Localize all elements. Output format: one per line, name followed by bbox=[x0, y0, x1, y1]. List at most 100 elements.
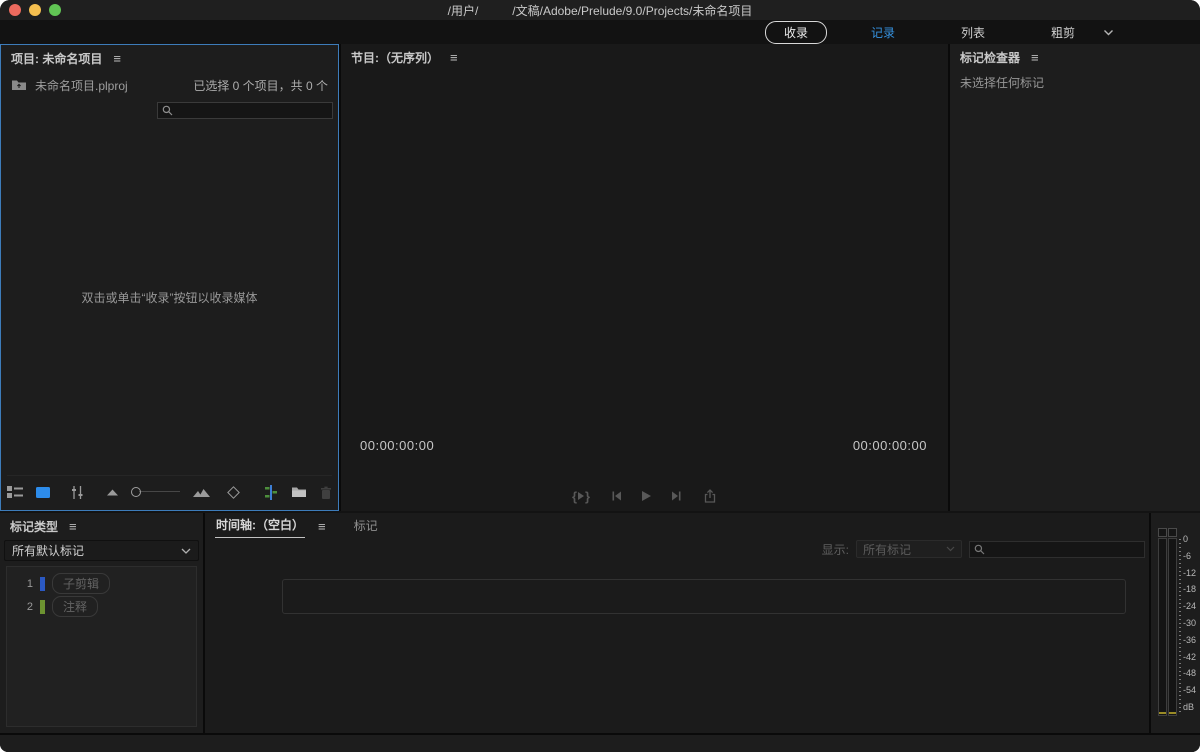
meter-bar-right bbox=[1168, 538, 1177, 716]
new-bin-button[interactable] bbox=[291, 486, 307, 498]
audio-meter bbox=[1158, 528, 1177, 716]
titlebar: /用户/ /文稿/Adobe/Prelude/9.0/Projects/未命名项… bbox=[0, 0, 1200, 20]
prelude-window: /用户/ /文稿/Adobe/Prelude/9.0/Projects/未命名项… bbox=[0, 0, 1200, 752]
marker-inspector-title: 标记检查器 bbox=[960, 49, 1020, 66]
workspace-overflow-button[interactable] bbox=[1103, 29, 1114, 36]
workspace-tab-roughcut-label: 粗剪 bbox=[1051, 26, 1075, 40]
workspace-tab-logging[interactable]: 记录 bbox=[869, 21, 897, 44]
associate-metadata-button[interactable] bbox=[264, 485, 278, 500]
thumb-size-large-button[interactable] bbox=[193, 487, 210, 498]
export-icon bbox=[703, 489, 717, 503]
chevron-down-icon bbox=[1103, 29, 1114, 36]
small-mountain-icon bbox=[107, 488, 118, 496]
freeform-view-button[interactable] bbox=[229, 488, 238, 497]
marker-type-index: 2 bbox=[7, 601, 33, 613]
slider-knob[interactable] bbox=[131, 487, 141, 497]
window-controls bbox=[9, 4, 61, 16]
project-search-row bbox=[1, 97, 338, 119]
timeline-panel: 时间轴:（空白） ≡ 标记 显示: 所有标记 bbox=[205, 513, 1149, 733]
delete-button[interactable] bbox=[320, 486, 332, 499]
minimize-window-button[interactable] bbox=[29, 4, 41, 16]
timeline-track-area bbox=[282, 579, 1126, 614]
step-forward-icon bbox=[671, 490, 683, 502]
play-button[interactable] bbox=[642, 491, 651, 501]
thumbnail-view-icon bbox=[36, 487, 50, 498]
list-view-button[interactable] bbox=[7, 486, 23, 498]
project-panel-header: 项目: 未命名项目 ≡ bbox=[1, 45, 338, 71]
play-icon bbox=[642, 491, 651, 501]
project-file-name: 未命名项目.plproj bbox=[35, 77, 128, 94]
panel-menu-icon[interactable]: ≡ bbox=[69, 520, 77, 533]
title-path-prefix: /用户/ bbox=[448, 2, 479, 19]
show-filter-label: 显示: bbox=[822, 541, 849, 558]
step-back-button[interactable] bbox=[610, 490, 622, 502]
panel-menu-icon[interactable]: ≡ bbox=[450, 51, 458, 64]
thumb-size-small-button[interactable] bbox=[107, 488, 118, 496]
marker-type-label[interactable]: 子剪辑 bbox=[52, 573, 110, 594]
timecode-current[interactable]: 00:00:00:00 bbox=[360, 438, 434, 453]
clip-indicator-left bbox=[1158, 528, 1167, 537]
step-forward-button[interactable] bbox=[671, 490, 683, 502]
chevron-down-icon bbox=[181, 548, 191, 554]
project-root-row[interactable]: 未命名项目.plproj 已选择 0 个项目，共 0 个 bbox=[1, 71, 338, 97]
filter-settings-button[interactable] bbox=[71, 486, 84, 499]
marker-types-header: 标记类型 ≡ bbox=[0, 513, 203, 539]
fullscreen-window-button[interactable] bbox=[49, 4, 61, 16]
workspace-tab-roughcut[interactable]: 粗剪 bbox=[1049, 21, 1077, 44]
project-empty-area[interactable]: 双击或单击“收录”按钮以收录媒体 bbox=[1, 119, 338, 475]
marker-filter-dropdown[interactable]: 所有默认标记 bbox=[4, 540, 199, 561]
marker-inspector-panel: 标记检查器 ≡ 未选择任何标记 bbox=[950, 44, 1200, 511]
panel-menu-icon[interactable]: ≡ bbox=[318, 520, 326, 533]
meter-tick-label: -48 bbox=[1183, 668, 1196, 678]
marker-type-list: 1 子剪辑 2 注释 bbox=[6, 566, 197, 727]
timeline-filter-row: 显示: 所有标记 bbox=[205, 538, 1149, 560]
meter-tick-label: -36 bbox=[1183, 635, 1196, 645]
tab-timeline[interactable]: 时间轴:（空白） bbox=[215, 512, 305, 538]
workspace-tab-ingest-label: 收录 bbox=[784, 26, 808, 40]
step-back-icon bbox=[610, 490, 622, 502]
large-mountain-icon bbox=[193, 487, 210, 498]
meter-tick-label: -30 bbox=[1183, 618, 1196, 628]
marker-type-row-subclip[interactable]: 1 子剪辑 bbox=[7, 572, 196, 595]
main-panel-row: 项目: 未命名项目 ≡ 未命名项目.plproj 已选择 0 个项目，共 0 个… bbox=[0, 44, 1200, 511]
meter-tick-label: -42 bbox=[1183, 652, 1196, 662]
marker-inspector-empty-message: 未选择任何标记 bbox=[950, 70, 1200, 95]
marker-inspector-header: 标记检查器 ≡ bbox=[950, 44, 1200, 70]
monitor-preview-area: 00:00:00:00 00:00:00:00 { } bbox=[341, 70, 948, 511]
thumb-size-slider[interactable] bbox=[131, 487, 180, 497]
timeline-search-input[interactable] bbox=[969, 541, 1145, 558]
timecode-row: 00:00:00:00 00:00:00:00 bbox=[360, 438, 927, 453]
timecode-duration: 00:00:00:00 bbox=[853, 438, 927, 453]
play-in-to-out-button[interactable]: { } bbox=[572, 490, 590, 503]
meter-tick-label: -6 bbox=[1183, 551, 1196, 561]
workspace-tab-list[interactable]: 列表 bbox=[959, 21, 987, 44]
project-panel-title: 项目: 未命名项目 bbox=[11, 50, 102, 67]
workspace-tab-ingest[interactable]: 收录 bbox=[765, 21, 827, 44]
tab-markers[interactable]: 标记 bbox=[353, 513, 379, 538]
chevron-down-icon bbox=[946, 546, 955, 552]
marker-type-row-comment[interactable]: 2 注释 bbox=[7, 595, 196, 618]
close-window-button[interactable] bbox=[9, 4, 21, 16]
marker-types-panel: 标记类型 ≡ 所有默认标记 1 子剪辑 2 注释 bbox=[0, 513, 203, 733]
export-button[interactable] bbox=[703, 489, 717, 503]
metadata-tree-icon bbox=[264, 485, 278, 500]
workspace-tab-logging-label: 记录 bbox=[871, 26, 895, 40]
monitor-panel-header: 节目:（无序列） ≡ bbox=[341, 44, 948, 70]
search-icon bbox=[162, 105, 173, 116]
panel-menu-icon[interactable]: ≡ bbox=[113, 52, 121, 65]
meter-tick-label: -18 bbox=[1183, 584, 1196, 594]
meter-tick-label: -54 bbox=[1183, 685, 1196, 695]
show-filter-dropdown[interactable]: 所有标记 bbox=[856, 540, 962, 558]
meter-scale-labels: 0 -6 -12 -18 -24 -30 -36 -42 -48 -54 dB bbox=[1183, 534, 1196, 712]
workspace-bar: 收录 记录 列表 粗剪 bbox=[0, 20, 1200, 44]
brace-right-icon: } bbox=[585, 490, 590, 503]
thumbnail-view-button[interactable] bbox=[36, 487, 50, 498]
meter-tick-marks bbox=[1179, 539, 1181, 713]
panel-menu-icon[interactable]: ≡ bbox=[1031, 51, 1039, 64]
meter-tick-label: 0 bbox=[1183, 534, 1196, 544]
audio-meter-panel: 0 -6 -12 -18 -24 -30 -36 -42 -48 -54 dB bbox=[1151, 513, 1200, 733]
selection-status: 已选择 0 个项目，共 0 个 bbox=[193, 77, 328, 94]
project-search-input[interactable] bbox=[157, 102, 333, 119]
marker-type-label[interactable]: 注释 bbox=[52, 596, 98, 617]
marker-types-title: 标记类型 bbox=[10, 518, 58, 535]
